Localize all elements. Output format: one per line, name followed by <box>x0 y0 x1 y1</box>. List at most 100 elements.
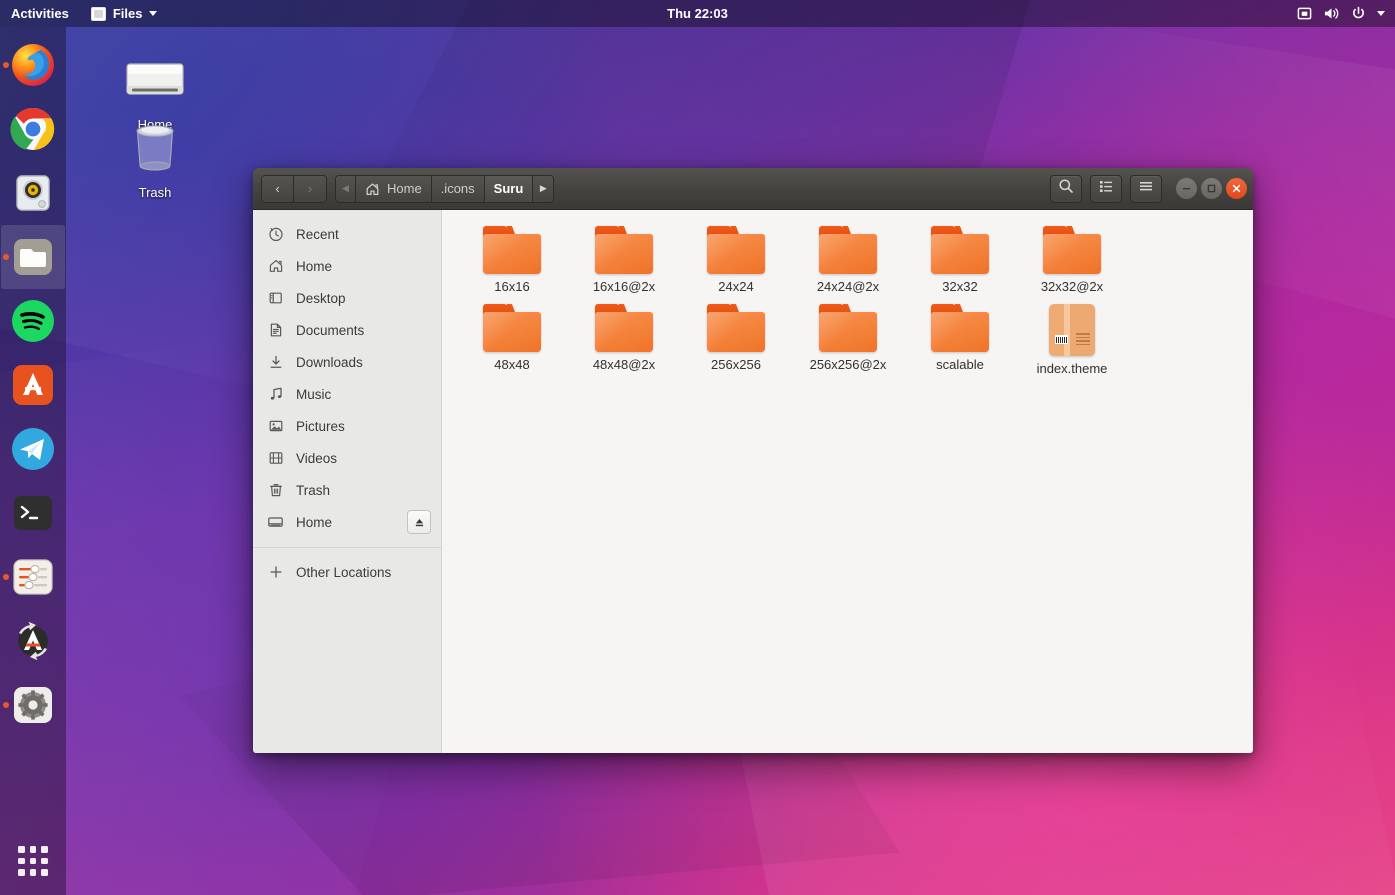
forward-chevron-icon: › <box>308 181 312 196</box>
film-icon <box>267 450 284 467</box>
sidebar-item-desktop[interactable]: Desktop <box>253 282 441 314</box>
volume-icon[interactable] <box>1323 6 1340 21</box>
file-item[interactable]: 48x48@2x <box>568 304 680 376</box>
close-button[interactable] <box>1226 178 1247 199</box>
breadcrumb-label: Home <box>387 181 422 196</box>
download-icon <box>267 354 284 371</box>
window-header-bar: ‹ › ◀ Home <box>253 168 1253 210</box>
dock-item-settings[interactable] <box>1 673 65 737</box>
dock <box>0 27 66 895</box>
file-item[interactable]: 32x32@2x <box>1016 226 1128 294</box>
sidebar-item-documents[interactable]: Documents <box>253 314 441 346</box>
file-item[interactable]: scalable <box>904 304 1016 376</box>
sidebar-item-music[interactable]: Music <box>253 378 441 410</box>
dock-item-ubuntu-software[interactable] <box>1 353 65 417</box>
dock-item-rhythmbox[interactable] <box>1 161 65 225</box>
clock-button[interactable]: Thu 22:03 <box>628 6 768 21</box>
theme-file-icon <box>1049 304 1095 356</box>
list-view-icon <box>1098 178 1114 199</box>
dock-item-telegram[interactable] <box>1 417 65 481</box>
grid-dot <box>18 869 25 876</box>
file-item[interactable]: 48x48 <box>456 304 568 376</box>
file-item[interactable]: 24x24@2x <box>792 226 904 294</box>
file-browser-content[interactable]: 16x16 16x16@2x 24x24 24x24@2x <box>442 210 1253 753</box>
desktop-icon <box>267 290 284 307</box>
tweaks-icon <box>9 553 57 601</box>
grid-dot <box>41 858 48 865</box>
file-name: 24x24 <box>718 279 753 294</box>
folder-icon <box>707 304 765 352</box>
file-name: 24x24@2x <box>817 279 879 294</box>
folder-icon <box>707 226 765 274</box>
display-icon[interactable] <box>1297 6 1312 21</box>
file-item[interactable]: 16x16 <box>456 226 568 294</box>
sidebar-item-videos[interactable]: Videos <box>253 442 441 474</box>
triangle-right-icon: ▶ <box>540 183 547 194</box>
app-menu-label: Files <box>113 6 143 21</box>
app-menu-button[interactable]: Files <box>80 0 169 27</box>
sidebar-item-downloads[interactable]: Downloads <box>253 346 441 378</box>
file-item[interactable]: index.theme <box>1016 304 1128 376</box>
sidebar-item-home[interactable]: Home <box>253 250 441 282</box>
power-icon[interactable] <box>1351 6 1366 21</box>
activities-button[interactable]: Activities <box>0 0 80 27</box>
firefox-icon <box>9 41 57 89</box>
file-item[interactable]: 256x256 <box>680 304 792 376</box>
folder-icon <box>1043 226 1101 274</box>
trash-icon <box>126 118 184 181</box>
dock-item-spotify[interactable] <box>1 289 65 353</box>
folder-icon <box>931 304 989 352</box>
forward-button[interactable]: › <box>294 176 326 202</box>
breadcrumb-item-suru[interactable]: Suru <box>485 176 534 202</box>
back-button[interactable]: ‹ <box>262 176 294 202</box>
file-item[interactable]: 24x24 <box>680 226 792 294</box>
navigation-buttons: ‹ › <box>261 175 327 203</box>
window-controls <box>1176 178 1247 199</box>
sidebar-item-pictures[interactable]: Pictures <box>253 410 441 442</box>
main-menu-button[interactable] <box>1130 175 1162 203</box>
rhythmbox-icon <box>9 169 57 217</box>
file-name: 16x16@2x <box>593 279 655 294</box>
dock-item-terminal[interactable] <box>1 481 65 545</box>
folder-icon <box>595 304 653 352</box>
chevron-down-icon[interactable] <box>1377 11 1385 16</box>
breadcrumb-item-home[interactable]: Home <box>356 176 432 202</box>
files-app-icon <box>91 7 106 21</box>
desktop-icon-label: Trash <box>139 185 172 200</box>
file-name: 32x32 <box>942 279 977 294</box>
eject-button[interactable] <box>407 510 431 534</box>
breadcrumb-scroll-left[interactable]: ◀ <box>336 176 356 202</box>
dock-item-chrome[interactable] <box>1 97 65 161</box>
sidebar-item-label: Other Locations <box>296 565 431 580</box>
search-icon <box>1058 178 1074 199</box>
file-name: 32x32@2x <box>1041 279 1103 294</box>
show-applications-button[interactable] <box>11 839 55 883</box>
sidebar-item-home-volume[interactable]: Home <box>253 506 441 538</box>
chrome-icon <box>9 105 57 153</box>
search-button[interactable] <box>1050 175 1082 203</box>
minimize-button[interactable] <box>1176 178 1197 199</box>
breadcrumb-item-icons[interactable]: .icons <box>432 176 485 202</box>
sidebar-item-trash[interactable]: Trash <box>253 474 441 506</box>
view-toggle-button[interactable] <box>1090 175 1122 203</box>
sidebar-item-other-locations[interactable]: Other Locations <box>253 556 441 588</box>
folder-icon <box>595 226 653 274</box>
maximize-button[interactable] <box>1201 178 1222 199</box>
dock-item-software-updater[interactable] <box>1 609 65 673</box>
music-note-icon <box>267 386 284 403</box>
sidebar-item-label: Home <box>296 259 431 274</box>
file-grid: 16x16 16x16@2x 24x24 24x24@2x <box>456 226 1239 386</box>
desktop: Activities Files Thu 22:03 <box>0 0 1395 895</box>
dock-item-tweaks[interactable] <box>1 545 65 609</box>
dock-item-files[interactable] <box>1 225 65 289</box>
file-item[interactable]: 16x16@2x <box>568 226 680 294</box>
file-item[interactable]: 32x32 <box>904 226 1016 294</box>
system-indicators[interactable] <box>1297 0 1389 27</box>
desktop-icon-trash[interactable]: Trash <box>103 118 207 200</box>
breadcrumb-scroll-right[interactable]: ▶ <box>533 176 553 202</box>
files-window: ‹ › ◀ Home <box>253 168 1253 753</box>
dock-item-firefox[interactable] <box>1 33 65 97</box>
sidebar-item-label: Music <box>296 387 431 402</box>
sidebar-item-recent[interactable]: Recent <box>253 218 441 250</box>
file-item[interactable]: 256x256@2x <box>792 304 904 376</box>
